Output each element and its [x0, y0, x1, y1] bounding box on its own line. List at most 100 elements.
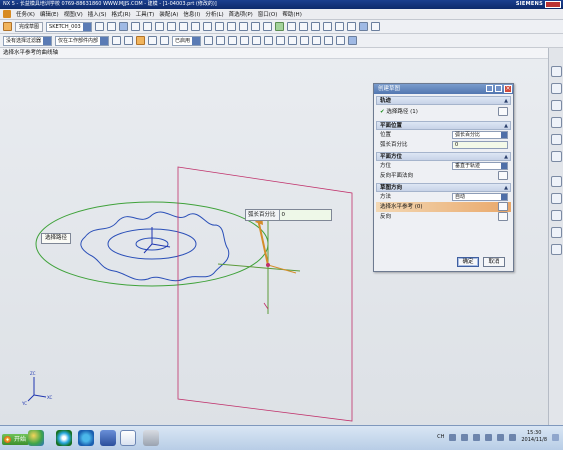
- menu-assembly[interactable]: 装配(A): [159, 10, 178, 18]
- arc-center-icon[interactable]: [336, 36, 346, 45]
- window-controls[interactable]: [545, 1, 561, 8]
- recorder-icon[interactable]: [143, 430, 159, 446]
- select-horizontal-ref-row[interactable]: 选择水平参考 (0): [376, 202, 511, 212]
- media-icon[interactable]: [78, 430, 94, 446]
- network-icon[interactable]: [509, 433, 517, 441]
- selection-scope-select[interactable]: 仅在工作部件内部: [55, 35, 110, 46]
- history-icon[interactable]: [551, 151, 562, 162]
- wcs-icon[interactable]: [370, 22, 380, 31]
- rotate-icon[interactable]: [334, 22, 344, 31]
- volume-icon[interactable]: [497, 433, 505, 441]
- select-path-row[interactable]: ✔ 选择路径 (1): [376, 105, 511, 119]
- mirror-icon[interactable]: [262, 22, 272, 31]
- menu-edit[interactable]: 编辑(E): [40, 10, 59, 18]
- normal-arrow[interactable]: [257, 218, 269, 266]
- trim-icon[interactable]: [238, 22, 248, 31]
- center-icon[interactable]: [252, 36, 262, 45]
- path-point-marker[interactable]: [266, 263, 270, 267]
- bounding-box-icon[interactable]: [348, 36, 358, 45]
- reuse-library-icon[interactable]: [551, 117, 562, 128]
- menu-help[interactable]: 帮助(H): [282, 10, 301, 18]
- fillet-icon[interactable]: [166, 22, 176, 31]
- system-scenes-icon[interactable]: [551, 244, 562, 255]
- menu-insert[interactable]: 插入(S): [88, 10, 107, 18]
- type-filter-select[interactable]: 没有选择过滤器: [3, 35, 53, 46]
- tray-icon-4[interactable]: [485, 433, 493, 441]
- start-button[interactable]: 开始: [2, 434, 30, 445]
- ime-indicator[interactable]: CH: [437, 434, 444, 440]
- dimension-icon[interactable]: [286, 22, 296, 31]
- tangent-icon[interactable]: [300, 36, 310, 45]
- tray-icon-2[interactable]: [461, 433, 469, 441]
- arc-percent-input[interactable]: 0: [452, 141, 508, 149]
- dynamic-input-value[interactable]: 0: [278, 210, 331, 220]
- shaded-icon[interactable]: [358, 22, 368, 31]
- reverse-normal-icon[interactable]: [498, 171, 508, 180]
- menu-task[interactable]: 任务(K): [16, 10, 35, 18]
- constraint-navigator-icon[interactable]: [551, 83, 562, 94]
- sketch-plane[interactable]: [177, 166, 353, 422]
- orient-view-icon[interactable]: [94, 22, 104, 31]
- position-select[interactable]: 弧长百分比: [452, 131, 508, 139]
- control-point-icon[interactable]: [228, 36, 238, 45]
- vector-dialog-icon[interactable]: [498, 202, 508, 211]
- desktop-app-icon[interactable]: [28, 430, 44, 446]
- profile-icon[interactable]: [118, 22, 128, 31]
- endpoint-icon[interactable]: [204, 36, 214, 45]
- fit-view-icon[interactable]: [310, 22, 320, 31]
- section-plane-orientation-header[interactable]: 平面方位: [376, 152, 511, 161]
- snap-point-select[interactable]: 已启用: [172, 35, 202, 46]
- redo-icon[interactable]: [160, 36, 170, 45]
- menu-analysis[interactable]: 分析(L): [205, 10, 223, 18]
- clock[interactable]: 15:30 2014/11/8: [521, 430, 547, 444]
- midpoint-icon[interactable]: [216, 36, 226, 45]
- arc-icon[interactable]: [142, 22, 152, 31]
- angle-icon[interactable]: [312, 36, 322, 45]
- constraint-icon[interactable]: [274, 22, 284, 31]
- snap-icon[interactable]: [136, 36, 146, 45]
- point-on-curve-icon[interactable]: [276, 36, 286, 45]
- assembly-navigator-icon[interactable]: [551, 66, 562, 77]
- method-select[interactable]: 自动: [452, 193, 508, 201]
- show-desktop-icon[interactable]: [552, 433, 559, 441]
- browser-icon[interactable]: [56, 430, 72, 446]
- point-icon[interactable]: [214, 22, 224, 31]
- offset-curve-icon[interactable]: [226, 22, 236, 31]
- dialog-title-bar[interactable]: 创建草图 ×: [374, 84, 513, 94]
- nx-taskbar-icon[interactable]: [120, 430, 136, 446]
- section-path-header[interactable]: 轨迹: [376, 96, 511, 105]
- menu-preferences[interactable]: 首选项(P): [229, 10, 253, 18]
- roles-icon[interactable]: [551, 227, 562, 238]
- reset-icon[interactable]: [486, 85, 493, 92]
- process-studio-icon[interactable]: [551, 193, 562, 204]
- quadrant-icon[interactable]: [264, 36, 274, 45]
- arc-percent-dynamic-input[interactable]: 弧长百分比 0: [245, 209, 332, 221]
- menu-format[interactable]: 格式(R): [112, 10, 131, 18]
- select-all-icon[interactable]: [124, 36, 134, 45]
- orientation-select[interactable]: 垂直于轨迹: [452, 162, 508, 170]
- tray-icon-1[interactable]: [449, 433, 457, 441]
- reattach-icon[interactable]: [106, 22, 116, 31]
- menu-tools[interactable]: 工具(T): [136, 10, 155, 18]
- polygon-icon[interactable]: [190, 22, 200, 31]
- system-materials-icon[interactable]: [551, 176, 562, 187]
- collapse-icon[interactable]: [495, 85, 502, 92]
- filter-icon[interactable]: [112, 36, 122, 45]
- curve-select-icon[interactable]: [498, 107, 508, 116]
- rectangle-icon[interactable]: [178, 22, 188, 31]
- close-button[interactable]: ×: [504, 85, 512, 93]
- undo-icon[interactable]: [148, 36, 158, 45]
- wavy-profile-curve[interactable]: [80, 211, 230, 282]
- section-sketch-orientation-header[interactable]: 草图方向: [376, 183, 511, 192]
- pan-icon[interactable]: [346, 22, 356, 31]
- finish-sketch-button[interactable]: 完成草图: [15, 21, 44, 32]
- explorer-icon[interactable]: [100, 430, 116, 446]
- section-plane-position-header[interactable]: 平面位置: [376, 121, 511, 130]
- menu-window[interactable]: 窗口(O): [258, 10, 278, 18]
- menu-info[interactable]: 信息(I): [183, 10, 200, 18]
- point-on-face-icon[interactable]: [324, 36, 334, 45]
- web-browser-icon[interactable]: [551, 134, 562, 145]
- manufacturing-wizard-icon[interactable]: [551, 210, 562, 221]
- extend-icon[interactable]: [250, 22, 260, 31]
- zoom-icon[interactable]: [322, 22, 332, 31]
